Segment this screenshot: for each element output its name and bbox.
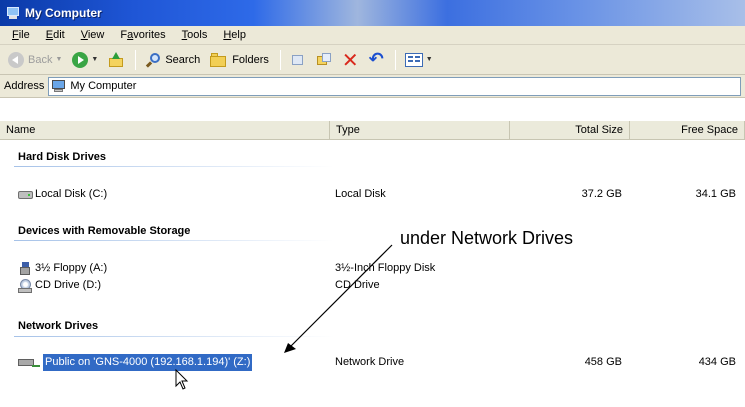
annotation-arrow xyxy=(284,244,393,353)
mouse-cursor-icon xyxy=(175,369,189,390)
